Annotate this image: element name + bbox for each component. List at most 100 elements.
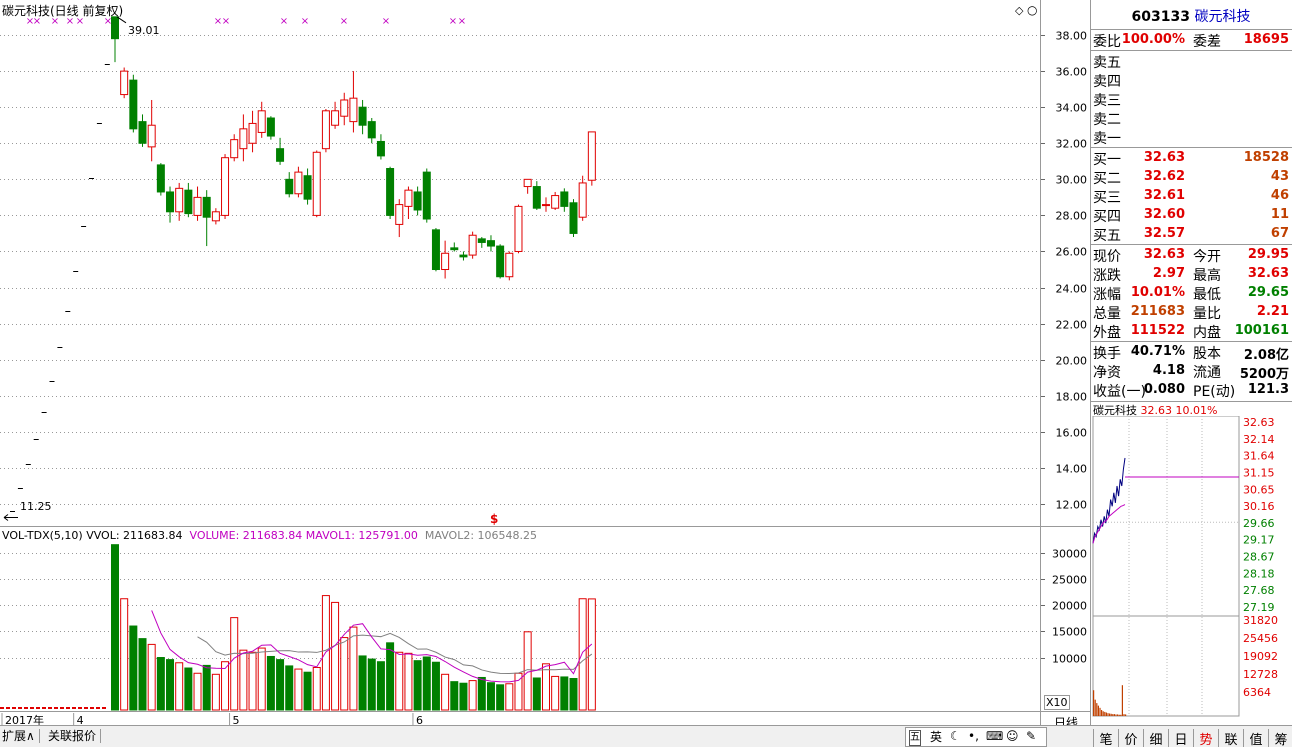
main-chart-area[interactable]: × × × × × × × × × × × × × × 碳元科技(日线 前复权) 39.01 11.25 … [0, 0, 1040, 526]
event-marker: × [382, 16, 390, 27]
sell-4-row[interactable]: 卖四 [1093, 70, 1291, 90]
sell-5-row[interactable]: 卖五 [1093, 51, 1291, 71]
tools-icon[interactable]: ✎ [1026, 729, 1036, 743]
volume-chart[interactable] [0, 527, 1040, 712]
volume-bar [120, 598, 129, 711]
volume-bar [505, 683, 514, 711]
eps-label: 收益(一) [1093, 384, 1146, 400]
buy-1-price: 32.63 [1143, 150, 1185, 165]
buy-2-row[interactable]: 买二 32.62 43 [1093, 167, 1291, 187]
panel-tab-6[interactable]: 值 [1243, 729, 1268, 748]
candle-body [147, 124, 156, 148]
status-bar: 扩展∧ 关联报价 五 英 ☾ •, ⌨ ☺ ✎ 笔价细日势联值筹 [0, 725, 1292, 748]
volume-ratio-value: 2.21 [1256, 304, 1289, 319]
candle-body [367, 121, 376, 139]
candle-body [175, 187, 184, 213]
candle [166, 186, 175, 223]
price-tick-label: 34.00 [1056, 102, 1088, 115]
mini-price-tick: 28.18 [1243, 567, 1275, 580]
panel-tab-1[interactable]: 价 [1118, 729, 1143, 748]
float-label: 流通 [1193, 365, 1221, 381]
candle-body [560, 191, 569, 207]
candle-body [294, 171, 303, 195]
candle-body [523, 178, 532, 188]
volume-unit-label: X10 [1044, 695, 1070, 710]
candle-body [221, 157, 230, 216]
candle [358, 99, 367, 135]
ime-toolbar[interactable]: 五 英 ☾ •, ⌨ ☺ ✎ [905, 727, 1047, 747]
window-close-icon[interactable]: ○ [1027, 3, 1037, 17]
candle [367, 118, 376, 144]
ime-mode-icon[interactable]: 五 [909, 730, 921, 746]
user-icon[interactable]: ☺ [1006, 729, 1019, 743]
volume-bar [541, 663, 550, 711]
stock-name: 碳元科技 [1194, 9, 1251, 25]
volume-bar [230, 617, 239, 711]
window-restore-icon[interactable]: ◇ [1015, 4, 1023, 17]
buy-4-price: 32.60 [1143, 207, 1185, 222]
mini-price-tick: 31.64 [1243, 450, 1275, 463]
legend-volume: VOLUME: 211683.84 [189, 529, 303, 542]
pe-label: PE(动) [1193, 384, 1236, 400]
tab-expand[interactable]: 扩展∧ [2, 729, 40, 743]
event-marker: × [280, 16, 288, 27]
tab-related-quote[interactable]: 关联报价 [48, 729, 102, 743]
buy-2-price: 32.62 [1143, 169, 1185, 184]
sell-2-row[interactable]: 卖二 [1093, 108, 1291, 128]
mini-volume-bar [1113, 714, 1115, 716]
dividend-marker-icon: $ [490, 512, 499, 526]
candlestick-chart[interactable]: ×× × × × × × × × × × × × × [0, 0, 1040, 526]
volume-bar [147, 643, 156, 711]
mini-volume-bar [1099, 707, 1101, 716]
sell-1-row[interactable]: 卖一 [1093, 127, 1291, 147]
buy-5-volume: 67 [1270, 226, 1289, 241]
date-axis: 2017年 4 5 6 [0, 711, 1040, 727]
buy-4-row[interactable]: 买四 32.60 11 [1093, 205, 1291, 225]
keyboard-icon[interactable]: ⌨ [986, 729, 1003, 743]
inner-value: 100161 [1234, 323, 1289, 338]
high-label: 最高 [1193, 268, 1221, 284]
panel-tab-3[interactable]: 日 [1168, 729, 1193, 748]
panel-tab-7[interactable]: 筹 [1268, 729, 1292, 748]
event-marker: × [458, 16, 466, 27]
sell-3-row[interactable]: 卖三 [1093, 89, 1291, 109]
mini-volume-bar [1120, 714, 1122, 716]
mini-price-tick: 29.66 [1243, 517, 1275, 530]
buy-3-row[interactable]: 买三 32.61 46 [1093, 186, 1291, 206]
period-label-box[interactable]: 日线 [1040, 711, 1091, 730]
punct-icon[interactable]: •, [968, 729, 979, 743]
panel-tab-5[interactable]: 联 [1218, 729, 1243, 748]
change-label: 涨跌 [1093, 268, 1121, 284]
candle [129, 74, 138, 133]
volume-chart-area[interactable]: VOL-TDX(5,10) VVOL: 211683.84 VOLUME: 21… [0, 526, 1040, 712]
buy-1-row[interactable]: 买一 32.63 18528 [1093, 148, 1291, 168]
mini-price-tick: 31.15 [1243, 466, 1275, 479]
volume-bar [404, 652, 413, 711]
inner-label: 内盘 [1193, 325, 1221, 341]
candle [459, 251, 468, 261]
candle-body [404, 189, 413, 207]
candle [376, 134, 385, 160]
candle [340, 92, 349, 126]
legend-mavol1: MAVOL1: 125791.00 [305, 529, 418, 542]
candle-body [193, 196, 202, 216]
ime-lang-toggle[interactable]: 英 [930, 730, 942, 744]
volume-bar [276, 659, 285, 711]
moon-icon[interactable]: ☾ [950, 729, 961, 743]
candle-body [450, 247, 459, 251]
volume-bar [211, 673, 220, 711]
mini-volume-bar [1110, 713, 1112, 716]
price-tick-label: 38.00 [1056, 30, 1088, 43]
panel-tab-4[interactable]: 势 [1193, 729, 1218, 748]
panel-tab-0[interactable]: 笔 [1093, 729, 1118, 748]
candle [120, 67, 129, 99]
candle-body [551, 195, 560, 209]
buy-5-row[interactable]: 买五 32.57 67 [1093, 224, 1291, 244]
panel-tab-2[interactable]: 细 [1143, 729, 1168, 748]
mini-volume-bar [1096, 703, 1098, 716]
candle-body [358, 106, 367, 126]
candle-body [386, 168, 395, 216]
intraday-mini-chart[interactable]: 32.63 32.14 31.64 31.15 30.65 30.16 29.66 29.17… [1091, 416, 1291, 721]
turnover-value: 40.71% [1130, 344, 1185, 359]
volume-bar [294, 668, 303, 711]
